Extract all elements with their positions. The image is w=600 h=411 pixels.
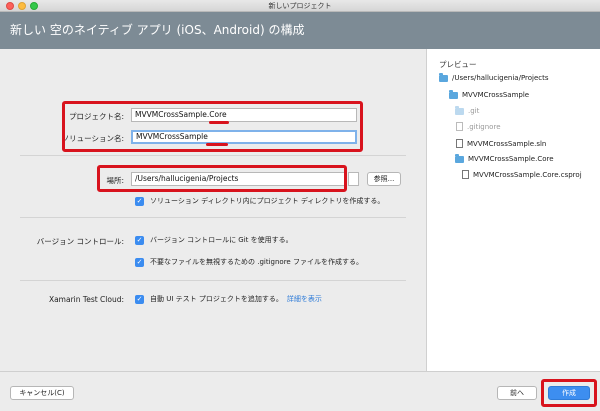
folder-icon [449,89,458,99]
tree-item-core-folder[interactable]: MVVMCrossSample.Core [455,153,554,163]
browse-button[interactable]: 参照... [367,172,401,186]
folder-icon [455,153,464,163]
test-cloud-label: Xamarin Test Cloud: [48,295,124,304]
dialog-footer: キャンセル(C) 前へ 作成 [0,371,600,411]
preview-title: プレビュー [439,60,477,69]
details-link[interactable]: 詳細を表示 [287,294,322,304]
cancel-button[interactable]: キャンセル(C) [10,386,74,400]
check-icon: ✓ [135,196,144,206]
back-button[interactable]: 前へ [497,386,537,400]
check-icon: ✓ [135,235,144,245]
close-window-icon[interactable] [6,2,14,10]
check-icon: ✓ [135,294,144,304]
window-title: 新しいプロジェクト [268,2,332,10]
version-control-label: バージョン コントロール: [36,237,124,246]
section-divider [20,217,406,218]
folder-icon [439,72,448,82]
file-icon [456,139,463,148]
configuration-form: プロジェクト名: MVVMCrossSample.Core ソリューション名: … [0,49,426,371]
gitignore-checkbox[interactable]: ✓ 不要なファイルを無視するための .gitignore ファイルを作成する。 [135,257,363,267]
file-icon [462,170,469,179]
location-dropdown[interactable] [348,172,359,186]
annotation-box-create [541,379,597,407]
section-divider [20,155,406,156]
ui-test-checkbox[interactable]: ✓ 自動 UI テスト プロジェクトを追加する。 詳細を表示 [135,294,322,304]
annotation-box-location [97,165,347,192]
tree-item-git-folder[interactable]: .git [455,105,479,115]
use-git-checkbox[interactable]: ✓ バージョン コントロールに Git を使用する。 [135,235,293,245]
page-title: 新しい 空のネイティブ アプリ (iOS、Android) の構成 [10,23,305,37]
create-solution-dir-checkbox[interactable]: ✓ ソリューション ディレクトリ内にプロジェクト ディレクトリを作成する。 [135,196,384,206]
folder-icon [455,105,464,115]
annotation-underline-sample [206,143,228,146]
section-divider [20,280,406,281]
tree-item-csproj-file[interactable]: MVVMCrossSample.Core.csproj [461,170,582,179]
maximize-window-icon[interactable] [30,2,38,10]
page-header: 新しい 空のネイティブ アプリ (iOS、Android) の構成 [0,12,600,49]
window-titlebar: 新しいプロジェクト [0,0,600,12]
minimize-window-icon[interactable] [18,2,26,10]
tree-item-sln-file[interactable]: MVVMCrossSample.sln [455,139,546,148]
check-icon: ✓ [135,257,144,267]
preview-pane: プレビュー /Users/hallucigenia/Projects MVVMC… [426,49,600,371]
annotation-underline-core [209,121,229,124]
tree-item-solution-folder[interactable]: MVVMCrossSample [449,89,529,99]
tree-item-gitignore-file[interactable]: .gitignore [455,122,501,131]
file-icon [456,122,463,131]
tree-item-projects-folder[interactable]: /Users/hallucigenia/Projects [439,72,549,82]
